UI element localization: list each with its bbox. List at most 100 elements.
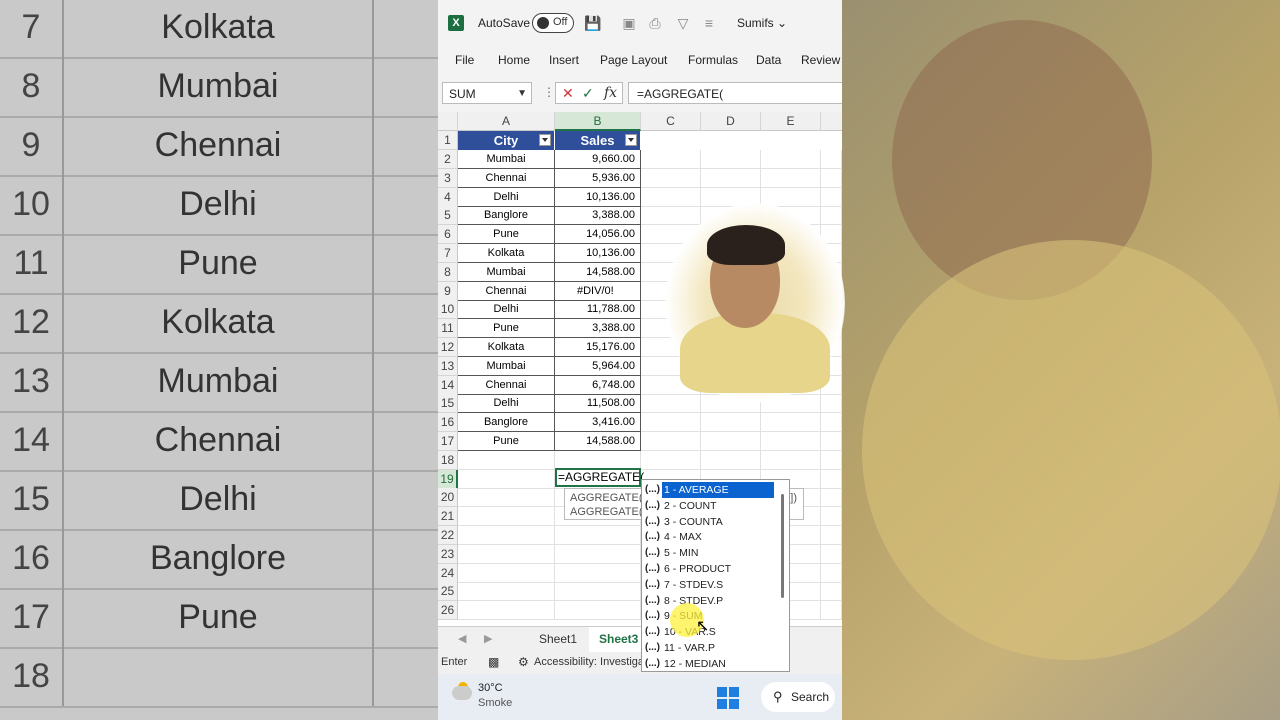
table-cell-city[interactable]: Banglore (458, 206, 555, 226)
table-cell-city[interactable]: Banglore (458, 413, 555, 433)
autocomplete-item[interactable]: (...) 11 - VAR.P (642, 640, 789, 656)
row-header[interactable]: 2 (438, 150, 458, 169)
filter-dropdown-icon[interactable] (539, 134, 551, 146)
empty-cell[interactable] (458, 544, 555, 564)
empty-cell[interactable] (821, 601, 842, 621)
autocomplete-item[interactable]: (...)9 - SUM (642, 608, 789, 624)
row-header[interactable]: 9 (438, 281, 458, 301)
table-cell-city[interactable]: Chennai (458, 281, 555, 301)
column-header-a[interactable]: A (458, 112, 555, 131)
menu-review[interactable]: Review (801, 53, 840, 67)
row-header[interactable]: 15 (438, 394, 458, 414)
row-header[interactable]: 17 (438, 432, 458, 451)
weather-temperature[interactable]: 30°C (478, 682, 503, 694)
customize-toolbar-icon[interactable]: ≡ (700, 14, 718, 32)
table-cell-city[interactable]: Kolkata (458, 244, 555, 263)
empty-cell[interactable] (761, 168, 821, 188)
empty-cell[interactable] (761, 150, 821, 169)
column-header-d[interactable]: D (701, 112, 761, 131)
insert-function-icon[interactable]: fx (604, 85, 617, 101)
empty-cell[interactable] (821, 206, 842, 226)
windows-start-icon[interactable] (717, 687, 739, 709)
column-header-b[interactable]: B (555, 112, 641, 131)
empty-cell[interactable] (761, 413, 821, 433)
empty-cell[interactable] (701, 450, 761, 470)
table-cell-sales[interactable]: 9,660.00 (555, 150, 641, 169)
empty-cell[interactable] (555, 526, 641, 545)
function-autocomplete-list[interactable]: (...) 1 - AVERAGE (...) 2 - COUNT (...) 3 - C… (641, 479, 790, 672)
cancel-icon[interactable]: ✕ (562, 85, 574, 102)
row-header[interactable]: 1 (438, 131, 458, 150)
empty-cell[interactable] (641, 206, 701, 226)
empty-cell[interactable] (458, 469, 555, 489)
row-header[interactable]: 5 (438, 206, 458, 226)
table-cell-sales[interactable]: 3,388.00 (555, 319, 641, 339)
enter-icon[interactable]: ✓ (582, 85, 594, 102)
row-header[interactable]: 13 (438, 356, 458, 376)
accessibility-status[interactable]: Accessibility: Investigat (534, 656, 647, 668)
table-cell-city[interactable]: Kolkata (458, 338, 555, 357)
table-cell-city[interactable]: Pune (458, 319, 555, 339)
select-all-corner[interactable] (438, 112, 458, 131)
table-cell-sales[interactable]: 11,788.00 (555, 300, 641, 320)
row-header[interactable]: 14 (438, 375, 458, 395)
form-icon[interactable]: ▣ (620, 14, 638, 32)
autocomplete-item[interactable]: (...) 7 - STDEV.S (642, 577, 789, 593)
row-header[interactable]: 18 (438, 450, 458, 470)
empty-cell[interactable] (555, 563, 641, 583)
row-header[interactable]: 16 (438, 413, 458, 433)
column-header-f[interactable] (821, 112, 842, 131)
table-cell-city[interactable]: Pune (458, 225, 555, 245)
empty-cell[interactable] (821, 413, 842, 433)
row-header[interactable]: 4 (438, 187, 458, 207)
autocomplete-item[interactable]: (...) 4 - MAX (642, 529, 789, 545)
more-options-icon[interactable]: ⋮ (543, 85, 555, 99)
table-cell-city[interactable]: Mumbai (458, 356, 555, 376)
table-cell-sales[interactable]: 5,964.00 (555, 356, 641, 376)
empty-cell[interactable] (821, 187, 842, 207)
name-box[interactable]: SUM ▼ (442, 82, 532, 104)
table-cell-sales[interactable]: 14,588.00 (555, 262, 641, 282)
empty-cell[interactable] (458, 601, 555, 621)
empty-cell[interactable] (555, 544, 641, 564)
menu-formulas[interactable]: Formulas (688, 53, 738, 67)
table-cell-city[interactable]: Pune (458, 432, 555, 451)
autocomplete-item[interactable]: (...) 12 - MEDIAN (642, 656, 789, 671)
menu-page-layout[interactable]: Page Layout (600, 53, 667, 67)
row-header[interactable]: 22 (438, 526, 458, 545)
empty-cell[interactable] (701, 150, 761, 169)
row-header[interactable]: 10 (438, 300, 458, 320)
empty-cell[interactable] (821, 450, 842, 470)
table-cell-city[interactable]: Mumbai (458, 262, 555, 282)
active-cell-b19[interactable]: =AGGREGATE( (555, 468, 644, 487)
weather-description[interactable]: Smoke (478, 697, 512, 709)
empty-cell[interactable] (701, 168, 761, 188)
row-header[interactable]: 6 (438, 225, 458, 245)
table-cell-sales[interactable]: 11,508.00 (555, 394, 641, 414)
empty-cell[interactable] (555, 450, 641, 470)
row-header[interactable]: 20 (438, 488, 458, 508)
empty-cell[interactable] (641, 168, 701, 188)
empty-cell[interactable] (458, 563, 555, 583)
table-cell-sales[interactable]: 5,936.00 (555, 168, 641, 188)
save-icon[interactable]: 💾 (584, 14, 602, 32)
row-header[interactable]: 25 (438, 582, 458, 602)
table-cell-city[interactable]: Delhi (458, 394, 555, 414)
taskbar-search-button[interactable]: ⚲ Search (761, 682, 835, 712)
table-cell-city[interactable]: Delhi (458, 187, 555, 207)
menu-data[interactable]: Data (756, 53, 781, 67)
table-header-sales[interactable]: Sales (555, 131, 641, 150)
empty-cell[interactable] (821, 394, 842, 414)
table-cell-sales[interactable]: 14,588.00 (555, 432, 641, 451)
empty-cell[interactable] (458, 488, 555, 508)
table-cell-sales[interactable]: 10,136.00 (555, 187, 641, 207)
empty-cell[interactable] (641, 394, 701, 414)
empty-cell[interactable] (821, 544, 842, 564)
weather-cloud-icon[interactable] (452, 686, 472, 700)
menu-home[interactable]: Home (498, 53, 530, 67)
row-header[interactable]: 24 (438, 563, 458, 583)
row-header[interactable]: 7 (438, 244, 458, 263)
empty-cell[interactable] (821, 432, 842, 451)
empty-cell[interactable] (821, 469, 842, 489)
table-cell-sales[interactable]: 14,056.00 (555, 225, 641, 245)
